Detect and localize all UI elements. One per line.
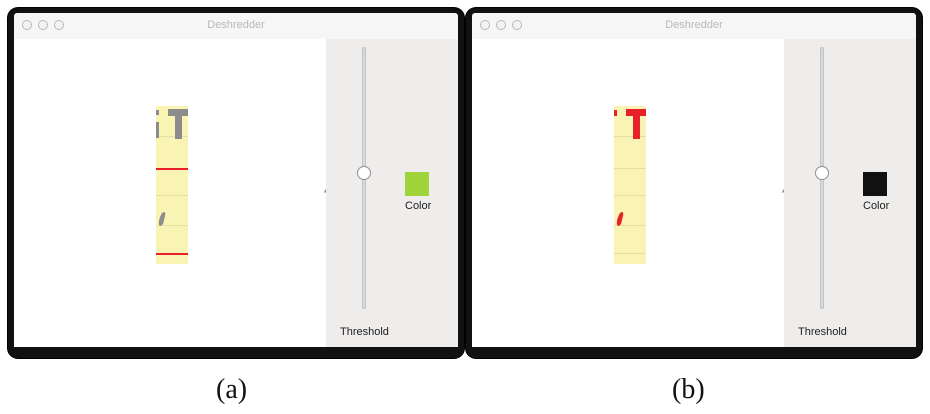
threshold-label: Threshold — [798, 326, 847, 338]
glyph-fragment-left — [156, 110, 159, 138]
glyph-t-stem — [633, 109, 640, 139]
window-title: Deshredder — [665, 19, 723, 31]
color-label: Color — [863, 200, 890, 212]
glyph-comma — [158, 212, 166, 226]
shred-strip[interactable] — [614, 106, 646, 264]
threshold-label: Threshold — [340, 326, 389, 338]
app-window-b: Deshredder Color Threshold — [466, 8, 922, 358]
color-label: Color — [405, 200, 432, 212]
glyph-fragment-left — [614, 110, 617, 116]
shred-strip[interactable] — [156, 106, 188, 264]
canvas-area[interactable] — [14, 39, 326, 347]
color-swatch[interactable] — [405, 172, 429, 196]
window-title: Deshredder — [207, 19, 265, 31]
window-content: Color Threshold — [472, 39, 916, 347]
threshold-slider-thumb[interactable] — [815, 166, 829, 181]
control-sidebar: Color Threshold — [326, 39, 458, 347]
threshold-slider-thumb[interactable] — [357, 166, 371, 181]
caption-a: (a) — [216, 374, 248, 405]
color-swatch[interactable] — [863, 172, 887, 196]
strip-glyphs — [156, 109, 188, 226]
caption-b: (b) — [672, 374, 705, 405]
app-window-a: Deshredder Color Threshold — [8, 8, 464, 358]
glyph-comma — [616, 212, 624, 226]
canvas-area[interactable] — [472, 39, 784, 347]
glyph-t-stem — [175, 109, 182, 139]
window-content: Color Threshold — [14, 39, 458, 347]
strip-glyphs — [614, 109, 646, 226]
title-bar[interactable]: Deshredder — [472, 13, 916, 40]
title-bar[interactable]: Deshredder — [14, 13, 458, 40]
control-sidebar: Color Threshold — [784, 39, 916, 347]
